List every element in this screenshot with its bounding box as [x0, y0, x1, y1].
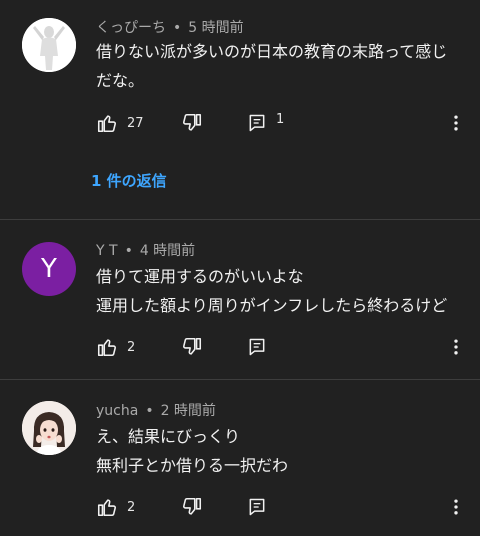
comment-line: だな。	[96, 71, 145, 90]
reply-button[interactable]: 1	[247, 110, 284, 136]
reply-count: 1	[276, 111, 285, 127]
timestamp[interactable]: 2 時間前	[161, 403, 216, 419]
author-name[interactable]: くっぴーち	[96, 20, 166, 36]
avatar-photo-image	[22, 401, 76, 455]
comment-text: 借りない派が多いのが日本の教育の末路って感じ だな。	[96, 37, 466, 95]
comment-text: 借りて運用するのがいいよな 運用した額より周りがインフレしたら終わるけど	[96, 262, 466, 320]
like-button[interactable]: 27	[96, 110, 144, 136]
thumbs-up-icon	[97, 499, 116, 517]
comment-meta: くっぴーち • 5 時間前	[96, 17, 244, 37]
thumbs-up-icon	[97, 115, 116, 133]
comment-line: 無利子とか借りる一択だわ	[96, 456, 289, 475]
avatar[interactable]	[22, 18, 76, 72]
dislike-button[interactable]	[181, 334, 203, 360]
dislike-button[interactable]	[181, 110, 203, 136]
reply-button[interactable]	[247, 334, 267, 360]
meta-separator: •	[145, 403, 154, 419]
comment-line: 借りない派が多いのが日本の教育の末路って感じ	[96, 42, 448, 61]
avatar[interactable]: Y	[22, 242, 76, 296]
thumbs-down-icon	[183, 113, 202, 131]
comment-line: 借りて運用するのがいいよな	[96, 267, 304, 286]
avatar[interactable]	[22, 401, 76, 455]
comment-reply-icon	[249, 114, 265, 132]
more-options-button[interactable]	[446, 334, 466, 360]
more-vert-icon	[454, 339, 458, 355]
more-vert-icon	[454, 115, 458, 131]
like-count: 2	[127, 339, 136, 355]
comment-line: え、結果にびっくり	[96, 427, 241, 446]
like-count: 27	[127, 115, 144, 131]
comment-line: 運用した額より周りがインフレしたら終わるけど	[96, 296, 448, 315]
comment-meta: Y T • 4 時間前	[96, 240, 195, 260]
comment-actions: 2	[96, 334, 476, 360]
divider	[0, 379, 480, 380]
timestamp[interactable]: 4 時間前	[140, 243, 195, 259]
avatar-figure-image	[22, 18, 76, 72]
dislike-button[interactable]	[181, 494, 203, 520]
comment-actions: 27 1	[96, 110, 476, 136]
more-options-button[interactable]	[446, 494, 466, 520]
comment-meta: yucha • 2 時間前	[96, 400, 216, 420]
thumbs-up-icon	[97, 339, 116, 357]
timestamp[interactable]: 5 時間前	[188, 20, 243, 36]
thumbs-down-icon	[183, 497, 202, 515]
comment-reply-icon	[249, 338, 265, 356]
like-button[interactable]: 2	[96, 494, 135, 520]
more-options-button[interactable]	[446, 110, 466, 136]
thumbs-down-icon	[183, 337, 202, 355]
comment-actions: 2	[96, 494, 476, 520]
like-button[interactable]: 2	[96, 334, 135, 360]
like-count: 2	[127, 499, 136, 515]
divider	[0, 219, 480, 220]
comment-text: え、結果にびっくり 無利子とか借りる一択だわ	[96, 422, 466, 480]
more-vert-icon	[454, 499, 458, 515]
author-name[interactable]: yucha	[96, 403, 138, 419]
author-name[interactable]: Y T	[96, 243, 118, 259]
reply-button[interactable]	[247, 494, 267, 520]
avatar-letter: Y	[41, 254, 57, 284]
meta-separator: •	[124, 243, 133, 259]
comment-reply-icon	[249, 498, 265, 516]
view-replies-link[interactable]: 1 件の返信	[91, 170, 167, 191]
meta-separator: •	[173, 20, 182, 36]
